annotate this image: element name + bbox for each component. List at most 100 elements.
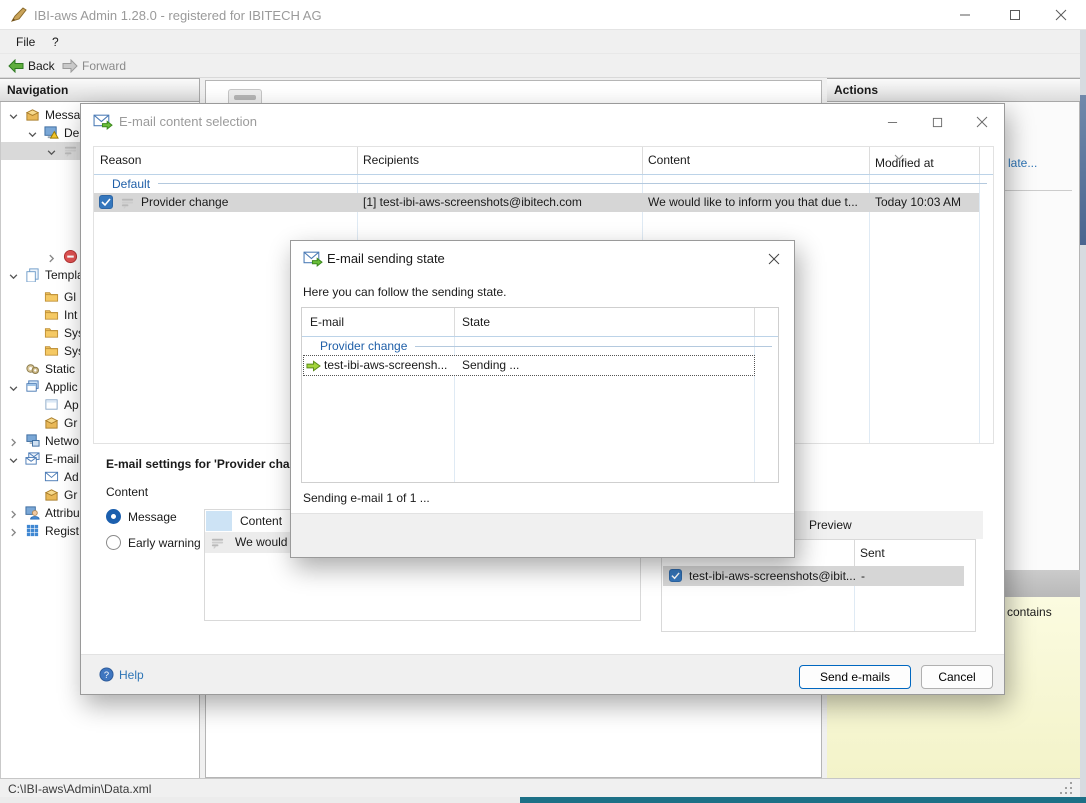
envelope-send-icon	[93, 113, 113, 133]
message-icon	[120, 195, 135, 213]
radio-early-warning-label: Early warning	[128, 536, 201, 550]
folder-icon	[44, 307, 59, 322]
chevron-down-icon[interactable]	[9, 382, 19, 392]
column-header-reason[interactable]: Reason	[100, 147, 141, 174]
column-header-content[interactable]: Content	[648, 147, 690, 174]
radio-early-warning[interactable]	[106, 535, 121, 550]
nav-item-label: Attribu	[45, 506, 80, 520]
column-header-recipients[interactable]: Recipients	[363, 147, 419, 174]
settings-heading: E-mail settings for 'Provider change'	[106, 457, 314, 471]
chevron-right-icon[interactable]	[9, 508, 19, 518]
app-icon	[10, 7, 28, 26]
chevron-right-icon[interactable]	[9, 436, 19, 446]
dialog-close-button[interactable]	[759, 249, 789, 269]
nav-item-label: Ap	[64, 398, 79, 412]
row-checkbox[interactable]	[99, 195, 113, 209]
nav-item-label: E-mail	[45, 452, 79, 466]
radio-message-label: Message	[128, 510, 177, 524]
mini-table-header-content[interactable]: Content	[240, 510, 282, 532]
status-path: C:\IBI-aws\Admin\Data.xml	[8, 782, 151, 796]
envelope-send-icon	[303, 250, 323, 270]
chevron-right-icon[interactable]	[47, 252, 57, 262]
mini-table-row-text: We would	[235, 532, 287, 553]
recipient-sent: -	[861, 566, 865, 586]
navigation-header: Navigation	[0, 78, 200, 102]
nav-item-label: Gr	[64, 488, 77, 502]
blocked-icon	[63, 249, 78, 264]
recipient-row[interactable]: test-ibi-aws-screenshots@ibit... -	[663, 566, 964, 586]
nav-item-label: Ad	[64, 470, 79, 484]
package-icon	[44, 415, 59, 430]
status-bar: C:\IBI-aws\Admin\Data.xml	[0, 778, 1080, 797]
menubar: File ?	[0, 30, 1086, 54]
help-icon: ?	[99, 667, 114, 685]
monitor-warning-icon	[44, 125, 59, 140]
message-icon	[63, 143, 78, 158]
recipient-checkbox[interactable]	[669, 569, 682, 582]
sort-chevron-icon	[894, 149, 904, 163]
minimize-button[interactable]	[950, 5, 980, 25]
package-icon	[44, 487, 59, 502]
cell-recipients: [1] test-ibi-aws-screenshots@ibitech.com	[363, 193, 582, 212]
template-link-fragment[interactable]: late...	[1008, 156, 1037, 170]
dialog-description: Here you can follow the sending state.	[303, 285, 506, 299]
package-icon	[25, 107, 40, 122]
column-header-email[interactable]: E-mail	[310, 308, 344, 336]
close-button[interactable]	[1046, 5, 1076, 25]
recipient-email: test-ibi-aws-screenshots@ibit...	[689, 566, 856, 586]
folder-icon	[44, 289, 59, 304]
dialog-title: E-mail content selection	[119, 114, 257, 129]
back-button[interactable]: Back	[28, 59, 55, 73]
chevron-down-icon[interactable]	[9, 270, 19, 280]
nav-item-label: Regist	[45, 524, 79, 538]
menu-help[interactable]: ?	[52, 35, 59, 49]
cell-content: We would like to inform you that due t..…	[648, 193, 858, 212]
email-sending-state-dialog: E-mail sending state Here you can follow…	[290, 240, 795, 558]
chevron-down-icon[interactable]	[9, 110, 19, 120]
templates-icon	[25, 267, 40, 282]
chevron-down-icon[interactable]	[9, 454, 19, 464]
desktop-edge-bottom	[0, 797, 1086, 803]
app-window: IBI-aws Admin 1.28.0 - registered for IB…	[0, 0, 1086, 803]
attributes-icon	[25, 505, 40, 520]
cancel-button[interactable]: Cancel	[921, 665, 993, 689]
sending-status-text: Sending e-mail 1 of 1 ...	[303, 491, 430, 505]
sending-table: E-mail State Provider change test-ibi-aw…	[301, 307, 779, 483]
dialog-close-button[interactable]	[967, 112, 997, 132]
chevron-down-icon[interactable]	[47, 146, 57, 156]
static-icon	[25, 361, 40, 376]
actions-header: Actions	[827, 78, 1080, 102]
back-arrow-icon	[8, 59, 24, 76]
chevron-right-icon[interactable]	[9, 526, 19, 536]
toolbar: Back Forward	[0, 54, 1086, 78]
menu-file[interactable]: File	[16, 35, 35, 49]
note-text-fragment: contains	[1007, 605, 1052, 619]
chevron-down-icon[interactable]	[28, 128, 38, 138]
titlebar: IBI-aws Admin 1.28.0 - registered for IB…	[0, 0, 1086, 30]
maximize-button[interactable]	[1000, 5, 1030, 25]
radio-message[interactable]	[106, 509, 121, 524]
table-row-provider-change[interactable]: Provider change [1] test-ibi-aws-screens…	[94, 193, 979, 212]
dialog-minimize-button[interactable]	[877, 112, 907, 132]
preview-label[interactable]: Preview	[809, 511, 852, 539]
dialog-maximize-button[interactable]	[922, 112, 952, 132]
dialog-footer: ? Help Send e-mails Cancel	[81, 654, 1004, 694]
selected-column-cell[interactable]	[206, 511, 232, 531]
column-header-sent[interactable]: Sent	[860, 540, 885, 566]
window-icon	[44, 397, 59, 412]
nav-item-label: Gr	[64, 416, 77, 430]
cell-reason: Provider change	[141, 193, 228, 212]
sending-arrow-icon	[306, 360, 321, 375]
nav-item-label: Messa	[45, 108, 80, 122]
resize-grip[interactable]	[1060, 782, 1073, 798]
sending-row[interactable]: test-ibi-aws-screensh... Sending ...	[303, 355, 755, 376]
help-link[interactable]: Help	[119, 668, 144, 682]
column-header-modified-at[interactable]: Modified at	[875, 153, 934, 174]
nav-item-label: Static	[45, 362, 75, 376]
envelope-icon	[44, 469, 59, 484]
send-emails-button[interactable]: Send e-mails	[799, 665, 911, 689]
forward-button[interactable]: Forward	[82, 59, 126, 73]
network-icon	[25, 433, 40, 448]
column-header-state[interactable]: State	[462, 308, 490, 336]
applications-icon	[25, 379, 40, 394]
